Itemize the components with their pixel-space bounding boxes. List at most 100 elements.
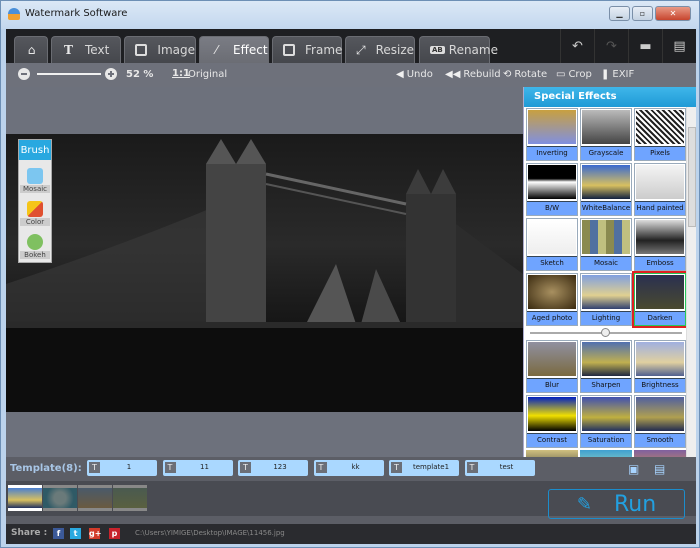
thumbnail[interactable] (43, 485, 77, 511)
save-icon[interactable]: ▣ (628, 462, 641, 476)
info-icon: ❚ (601, 69, 610, 80)
thumbnail[interactable] (113, 485, 147, 511)
redo-icon[interactable]: ↷ (594, 29, 628, 63)
effect-thumbnail (582, 110, 630, 144)
undo-arrow-icon: ◀ (396, 69, 404, 80)
effect-sketch[interactable]: Sketch (526, 218, 578, 271)
tab-effect[interactable]: ⁄ Effect (199, 36, 269, 63)
template-button[interactable]: T1 (87, 460, 157, 476)
thumbnail[interactable] (78, 485, 112, 511)
rebuild-icon: ◀◀ (445, 69, 461, 80)
paintbrush-icon (27, 201, 43, 217)
effect-hand-painted[interactable]: Hand painted (634, 163, 686, 216)
template-name: template1 (412, 463, 450, 471)
effect-saturation[interactable]: Saturation (580, 395, 632, 448)
effect-thumbnail (582, 397, 630, 431)
maximize-button[interactable]: ▫ (632, 6, 653, 21)
undo-button[interactable]: ◀ Undo (396, 69, 433, 80)
effect-darken[interactable]: Darken (632, 271, 688, 328)
google-plus-icon[interactable]: g+ (89, 528, 101, 539)
close-button[interactable]: ✕ (655, 6, 691, 21)
template-button[interactable]: T 123 (238, 460, 308, 476)
tab-frame[interactable]: Frame (272, 36, 342, 63)
rotate-button[interactable]: ⟲ Rotate (503, 69, 547, 80)
minimize-button[interactable]: ▁ (609, 6, 630, 21)
effect-label: WhiteBalance (581, 201, 631, 215)
crop-button[interactable]: ▭ Crop (556, 69, 592, 80)
template-button[interactable]: Ttemplate1 (389, 460, 459, 476)
zoom-in-icon[interactable] (105, 68, 117, 80)
register-icon[interactable]: ▤ (662, 29, 696, 63)
bridge-silhouette (6, 139, 523, 412)
toolbar: 52 % 1:1 Original ◀ Undo ◀◀ Rebuild ⟲ Rotat… (6, 63, 696, 87)
effect-label: Aged photo (527, 311, 577, 325)
resize-icon: ⤢ (356, 42, 366, 57)
effect-label: Darken (635, 311, 685, 325)
template-button[interactable]: T 11 (162, 460, 233, 476)
template-text-icon: T (391, 462, 402, 473)
effect-emboss[interactable]: Emboss (634, 218, 686, 271)
effect-lighting[interactable]: Lighting (580, 273, 632, 326)
effect-blur[interactable]: Blur (526, 340, 578, 393)
share-bar: Share : f t g+ p C:\Users\YIMIGE\Desktop… (6, 524, 696, 544)
pinterest-icon[interactable]: p (109, 528, 120, 539)
slider-knob[interactable] (601, 328, 610, 337)
exif-button[interactable]: ❚ EXIF (601, 69, 634, 80)
brush-bokeh[interactable]: Bokeh (19, 226, 51, 259)
zoom-slider[interactable] (37, 73, 101, 75)
effect-label: B/W (527, 201, 577, 215)
effect-thumbnail (528, 110, 576, 144)
effect-aged-photo[interactable]: Aged photo (526, 273, 578, 326)
file-path: C:\Users\YIMIGE\Desktop\IMAGE\11456.jpg (135, 529, 285, 537)
preview-image[interactable] (6, 134, 523, 412)
brush-mosaic[interactable]: Mosaic (19, 160, 51, 193)
mosaic-icon (27, 168, 43, 184)
effects-scrollbar[interactable] (686, 107, 696, 467)
undo-icon[interactable]: ↶ (560, 29, 594, 63)
effect-mosaic[interactable]: Mosaic (580, 218, 632, 271)
tab-home[interactable]: ⌂ (14, 36, 48, 63)
effect-label: Saturation (581, 433, 631, 447)
rebuild-button[interactable]: ◀◀ Rebuild (445, 69, 501, 80)
effect-label: Hand painted (635, 201, 685, 215)
home-icon: ⌂ (27, 43, 36, 57)
image-icon (135, 44, 148, 57)
template-name: test (499, 463, 514, 471)
text-icon: T (64, 43, 73, 57)
effect-label: Sharpen (581, 378, 631, 392)
app-body: ⌂ T Text Image ⁄ Effect Frame ⤢ Resize AB Re… (6, 29, 696, 544)
feedback-icon[interactable]: ▬ (628, 29, 662, 63)
template-list-icon[interactable]: ▤ (654, 462, 667, 476)
effect-smooth[interactable]: Smooth (634, 395, 686, 448)
effect-label: Blur (527, 378, 577, 392)
zoom-out-icon[interactable] (18, 68, 30, 80)
effect-brightness[interactable]: Brightness (634, 340, 686, 393)
effect-inverting[interactable]: Inverting (526, 108, 578, 161)
original-button[interactable]: Original (188, 69, 227, 80)
effect-thumbnail (582, 275, 630, 309)
scrollbar-thumb[interactable] (688, 127, 696, 227)
effects-title: Special Effects (524, 87, 696, 107)
effect-whitebalance[interactable]: WhiteBalance (580, 163, 632, 216)
effect-pixels[interactable]: Pixels (634, 108, 686, 161)
brush-title: Brush (19, 140, 51, 160)
effect-contrast[interactable]: Contrast (526, 395, 578, 448)
run-button[interactable]: ✎ Run (548, 489, 685, 519)
effect-thumbnail (636, 342, 684, 376)
tab-image[interactable]: Image (124, 36, 196, 63)
effect-sharpen[interactable]: Sharpen (580, 340, 632, 393)
effect-b-w[interactable]: B/W (526, 163, 578, 216)
tab-text[interactable]: T Text (51, 36, 121, 63)
special-effects-panel: Special Effects Inverting Grayscale Pixels… (523, 87, 696, 470)
template-text-icon: T (315, 462, 327, 473)
effect-intensity-slider[interactable] (526, 328, 686, 338)
brush-color[interactable]: Color (19, 193, 51, 226)
tab-resize[interactable]: ⤢ Resize (345, 36, 415, 63)
twitter-icon[interactable]: t (70, 528, 81, 539)
facebook-icon[interactable]: f (53, 528, 64, 539)
effect-grayscale[interactable]: Grayscale (580, 108, 632, 161)
thumbnail[interactable] (8, 485, 42, 511)
template-button[interactable]: Tkk (313, 460, 384, 476)
tab-rename[interactable]: AB Rename (419, 36, 498, 63)
template-button[interactable]: Ttest (464, 460, 535, 476)
